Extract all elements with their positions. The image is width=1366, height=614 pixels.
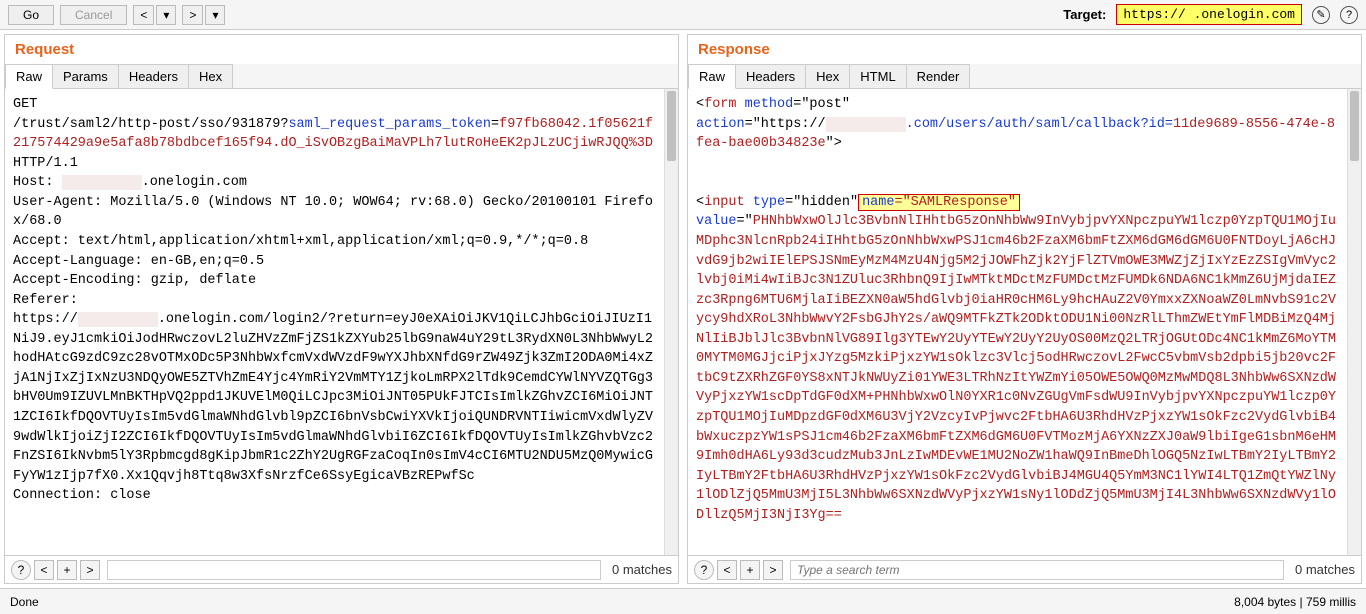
cancel-button[interactable]: Cancel (60, 5, 127, 25)
form-method-val: ="post" (793, 97, 850, 112)
tab-html-resp[interactable]: HTML (849, 64, 906, 88)
target-label: Target: (1063, 7, 1106, 22)
input-tag: input (704, 195, 745, 210)
search-help-icon-resp[interactable]: ? (694, 560, 714, 580)
request-scrollbar[interactable] (664, 89, 678, 555)
search-next-icon[interactable]: > (80, 560, 100, 580)
form-action-close: "> (826, 136, 842, 151)
tab-render-resp[interactable]: Render (906, 64, 971, 88)
response-title: Response (688, 35, 1361, 64)
tab-hex-resp[interactable]: Hex (805, 64, 850, 88)
form-action-attr: action (696, 117, 745, 132)
param-key: saml_request_params_token (288, 117, 491, 132)
referer-rest: .onelogin.com/login2/?return=eyJ0eXAiOiJ… (13, 312, 653, 484)
tab-params[interactable]: Params (52, 64, 119, 88)
edit-target-icon[interactable]: ✎ (1312, 6, 1330, 24)
value-attr: value (696, 214, 737, 229)
tab-headers[interactable]: Headers (118, 64, 189, 88)
tab-raw[interactable]: Raw (5, 64, 53, 89)
history-back: < ▾ (133, 5, 176, 25)
referer-key: Referer: (13, 293, 78, 308)
tab-hex[interactable]: Hex (188, 64, 233, 88)
response-panel: Response Raw Headers Hex HTML Render <fo… (687, 34, 1362, 584)
input-type-val: ="hidden" (785, 195, 858, 210)
history-forward: > ▾ (182, 5, 225, 25)
http-method: GET (13, 97, 37, 112)
redacted-referer-host (78, 312, 158, 327)
forward-button[interactable]: > (182, 5, 203, 25)
ua-header: User-Agent: Mozilla/5.0 (Windows NT 10.0… (13, 195, 653, 230)
accept-header: Accept: text/html,application/xhtml+xml,… (13, 234, 588, 249)
saml-value-block: PHNhbWxwOlJlc3BvbnNlIHhtbG5zOnNhbWw9InVy… (696, 214, 1336, 522)
input-type-attr: type (745, 195, 786, 210)
http-path: /trust/saml2/http-post/sso/931879? (13, 117, 288, 132)
top-toolbar: Go Cancel < ▾ > ▾ Target: https:// .onel… (0, 0, 1366, 30)
response-search-bar: ? < + > 0 matches (688, 555, 1361, 583)
form-open: < (696, 97, 704, 112)
tab-headers-resp[interactable]: Headers (735, 64, 806, 88)
go-button[interactable]: Go (8, 5, 54, 25)
input-name-attr: name (862, 195, 894, 210)
request-panel: Request Raw Params Headers Hex GET /trus… (4, 34, 679, 584)
request-title: Request (5, 35, 678, 64)
status-bar: Done 8,004 bytes | 759 millis (0, 588, 1366, 614)
form-action-path: .com/users/auth/saml/callback?id= (906, 117, 1173, 132)
value-open: =" (737, 214, 753, 229)
request-raw-text[interactable]: GET /trust/saml2/http-post/sso/931879?sa… (5, 89, 664, 555)
host-header: Host: (13, 175, 62, 190)
tab-raw-resp[interactable]: Raw (688, 64, 736, 89)
request-search-bar: ? < + > 0 matches (5, 555, 678, 583)
response-tabs: Raw Headers Hex HTML Render (688, 64, 1361, 89)
forward-dropdown[interactable]: ▾ (205, 5, 225, 25)
status-right: 8,004 bytes | 759 millis (1234, 595, 1356, 609)
response-scrollbar[interactable] (1347, 89, 1361, 555)
search-prev-icon[interactable]: < (34, 560, 54, 580)
search-help-icon[interactable]: ? (11, 560, 31, 580)
accept-enc-header: Accept-Encoding: gzip, deflate (13, 273, 256, 288)
status-left: Done (10, 595, 39, 609)
search-add-icon-resp[interactable]: + (740, 560, 760, 580)
form-method-attr: method (737, 97, 794, 112)
form-tag: form (704, 97, 736, 112)
request-tabs: Raw Params Headers Hex (5, 64, 678, 89)
form-action-pre: ="https:// (745, 117, 826, 132)
response-raw-text[interactable]: <form method="post" action="https://.com… (688, 89, 1347, 555)
redacted-action-host (826, 117, 906, 132)
back-button[interactable]: < (133, 5, 154, 25)
connection-header: Connection: close (13, 488, 151, 503)
accept-lang-header: Accept-Language: en-GB,en;q=0.5 (13, 254, 264, 269)
http-version: HTTP/1.1 (13, 156, 78, 171)
search-prev-icon-resp[interactable]: < (717, 560, 737, 580)
search-add-icon[interactable]: + (57, 560, 77, 580)
referer-scheme: https:// (13, 312, 78, 327)
scroll-thumb-resp[interactable] (1350, 91, 1359, 161)
request-match-count: 0 matches (612, 562, 672, 577)
redacted-host (62, 175, 142, 190)
help-icon[interactable]: ? (1340, 6, 1358, 24)
response-search-input[interactable] (790, 560, 1284, 580)
target-value: https:// .onelogin.com (1116, 4, 1302, 25)
scroll-thumb[interactable] (667, 91, 676, 161)
back-dropdown[interactable]: ▾ (156, 5, 176, 25)
input-name-val: ="SAMLResponse" (894, 195, 1016, 210)
input-open: < (696, 195, 704, 210)
search-next-icon-resp[interactable]: > (763, 560, 783, 580)
saml-name-highlight: name="SAMLResponse" (858, 194, 1020, 211)
host-suffix: .onelogin.com (142, 175, 247, 190)
request-search-input[interactable] (107, 560, 601, 580)
response-match-count: 0 matches (1295, 562, 1355, 577)
